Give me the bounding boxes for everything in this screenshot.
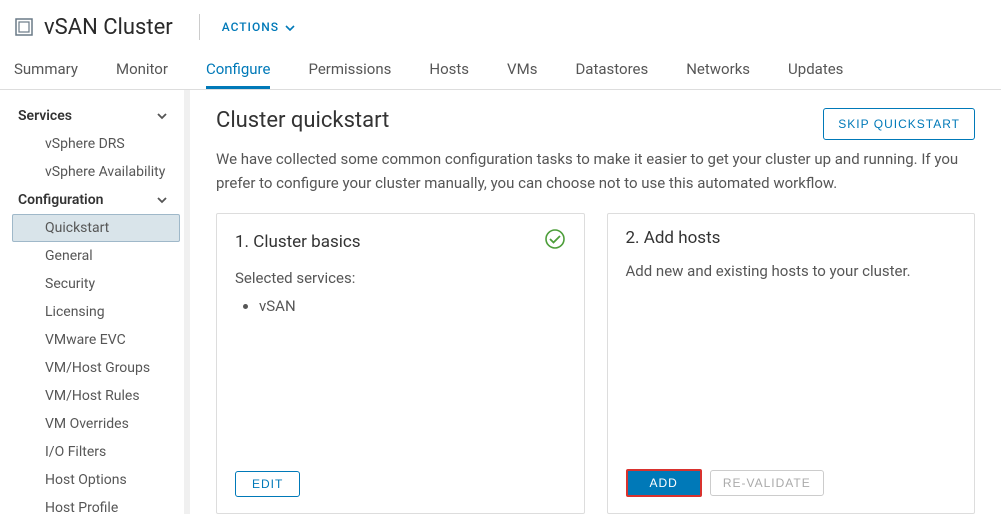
sidebar-section-services[interactable]: Services [0,102,184,130]
sidebar-item[interactable]: VM/Host Groups [12,354,180,382]
main-panel: Cluster quickstart SKIP QUICKSTART We ha… [190,90,1001,514]
sidebar-section-configuration[interactable]: Configuration [0,186,184,214]
tab-datastores[interactable]: Datastores [575,50,648,89]
header-divider [199,14,200,40]
sidebar-item[interactable]: Quickstart [12,214,180,242]
sidebar-item[interactable]: VM/Host Rules [12,382,180,410]
chevron-down-icon [156,108,168,124]
sidebar-item[interactable]: VM Overrides [12,410,180,438]
chevron-down-icon [285,20,295,34]
sidebar-item[interactable]: General [12,242,180,270]
edit-button[interactable]: EDIT [235,471,300,497]
card-subtitle: Selected services: [235,269,566,287]
tab-configure[interactable]: Configure [206,50,271,89]
sidebar-item[interactable]: Licensing [12,298,180,326]
cluster-title: vSAN Cluster [44,15,173,40]
sidebar-item[interactable]: Security [12,270,180,298]
sidebar-section-label: Services [18,108,72,124]
tab-vms[interactable]: VMs [507,50,537,89]
tab-permissions[interactable]: Permissions [308,50,391,89]
skip-quickstart-button[interactable]: SKIP QUICKSTART [823,108,975,140]
service-item: vSAN [259,297,566,315]
page-description: We have collected some common configurat… [216,147,975,195]
card-add-hosts: 2. Add hosts Add new and existing hosts … [607,213,976,514]
sidebar-item[interactable]: Host Profile [12,494,180,514]
sidebar-item[interactable]: vSphere Availability [12,158,180,186]
sidebar-item[interactable]: vSphere DRS [12,130,180,158]
actions-label: ACTIONS [222,20,279,34]
cluster-icon [14,17,34,37]
sidebar-item[interactable]: Host Options [12,466,180,494]
sidebar-item[interactable]: VMware EVC [12,326,180,354]
sidebar-section-label: Configuration [18,192,103,208]
content-area: Services vSphere DRSvSphere Availability… [0,90,1001,514]
tab-networks[interactable]: Networks [686,50,750,89]
chevron-down-icon [156,192,168,208]
card-title: 2. Add hosts [626,228,721,248]
card-cluster-basics: 1. Cluster basics Selected services: vSA… [216,213,585,514]
sidebar-item[interactable]: I/O Filters [12,438,180,466]
card-title: 1. Cluster basics [235,232,361,252]
actions-dropdown[interactable]: ACTIONS [222,20,295,34]
page-header: vSAN Cluster ACTIONS [0,0,1001,50]
tab-summary[interactable]: Summary [14,50,78,89]
sidebar: Services vSphere DRSvSphere Availability… [0,90,190,514]
check-circle-icon [544,228,566,255]
tab-updates[interactable]: Updates [788,50,843,89]
tabs-bar: Summary Monitor Configure Permissions Hosts V… [0,50,1001,90]
tab-monitor[interactable]: Monitor [116,50,168,89]
page-title: Cluster quickstart [216,108,389,133]
tab-hosts[interactable]: Hosts [429,50,469,89]
add-button[interactable]: ADD [626,469,702,497]
revalidate-button: RE-VALIDATE [710,470,824,496]
card-body-text: Add new and existing hosts to your clust… [626,262,957,280]
